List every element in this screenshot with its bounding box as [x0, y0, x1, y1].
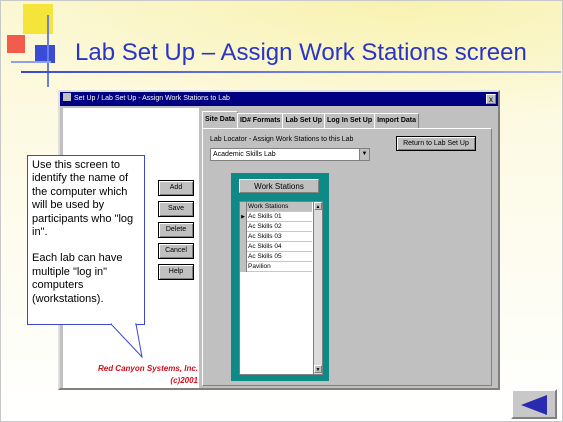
- company-credit: Red Canyon Systems, Inc. (c)2001: [70, 363, 198, 387]
- table-row[interactable]: Ac Skills 05: [240, 252, 312, 262]
- workstation-name: Ac Skills 05: [248, 253, 282, 260]
- chevron-down-icon[interactable]: ▼: [359, 149, 369, 160]
- row-selector: [240, 222, 247, 232]
- tab-panel: Lab Locator - Assign Work Stations to th…: [202, 128, 492, 386]
- window-titlebar: Set Up / Lab Set Up - Assign Work Statio…: [60, 92, 498, 106]
- tab-log-in-set-up[interactable]: Log In Set Up: [324, 113, 376, 128]
- right-panel: Site Data ID# Formats Lab Set Up Log In Set…: [200, 108, 496, 388]
- grid-scrollbar[interactable]: ▲ ▼: [313, 202, 322, 374]
- logo-horizontal-line: [11, 61, 51, 63]
- grid-header-row: Work Stations: [240, 202, 312, 212]
- row-selector: [240, 242, 247, 252]
- workstation-name: Ac Skills 04: [248, 243, 282, 250]
- tab-lab-set-up[interactable]: Lab Set Up: [282, 113, 325, 128]
- title-underline: [21, 71, 561, 73]
- workstations-header: Work Stations: [239, 179, 319, 193]
- callout-pointer: [111, 323, 143, 359]
- tab-import-data[interactable]: Import Data: [374, 113, 420, 128]
- workstations-frame: Work Stations Work Stations ▶ Ac Skills 0…: [231, 173, 329, 381]
- workstation-name: Ac Skills 01: [248, 213, 282, 220]
- callout-paragraph-1: Use this screen to identify the name of …: [32, 159, 134, 239]
- row-selector: [240, 232, 247, 242]
- delete-button[interactable]: Delete: [158, 222, 194, 238]
- add-button[interactable]: Add: [158, 180, 194, 196]
- copyright: (c)2001: [170, 376, 198, 385]
- return-to-lab-set-up-button[interactable]: Return to Lab Set Up: [396, 136, 476, 151]
- logo-vertical-line: [47, 15, 49, 87]
- callout-box: Use this screen to identify the name of …: [27, 155, 145, 325]
- cancel-button[interactable]: Cancel: [158, 243, 194, 259]
- row-selector: [240, 262, 247, 272]
- back-button[interactable]: [511, 389, 557, 419]
- app-icon: [63, 93, 71, 101]
- tab-id-formats[interactable]: ID# Formats: [236, 113, 284, 128]
- workstation-name: Ac Skills 03: [248, 233, 282, 240]
- row-pointer-icon: ▶: [240, 212, 247, 222]
- workstation-name: Ac Skills 02: [248, 223, 282, 230]
- table-row[interactable]: Ac Skills 02: [240, 222, 312, 232]
- tab-site-data[interactable]: Site Data: [202, 111, 238, 128]
- slide: Lab Set Up – Assign Work Stations screen…: [0, 0, 563, 422]
- workstation-name: Pavilion: [248, 263, 271, 270]
- row-selector: [240, 252, 247, 262]
- lab-locator-value: Academic Skills Lab: [213, 151, 276, 158]
- table-row[interactable]: ▶ Ac Skills 01: [240, 212, 312, 222]
- scroll-up-icon[interactable]: ▲: [314, 202, 322, 210]
- row-selector: [240, 202, 247, 212]
- lab-locator-label: Lab Locator - Assign Work Stations to th…: [210, 136, 354, 143]
- callout-paragraph-2: Each lab can have multiple "log in" comp…: [32, 252, 123, 305]
- table-row[interactable]: Pavilion: [240, 262, 312, 272]
- scroll-down-icon[interactable]: ▼: [314, 365, 322, 373]
- lab-locator-select[interactable]: Academic Skills Lab ▼: [210, 148, 370, 161]
- table-row[interactable]: Ac Skills 03: [240, 232, 312, 242]
- table-row[interactable]: Ac Skills 04: [240, 242, 312, 252]
- back-arrow-icon: [521, 395, 547, 415]
- window-title: Set Up / Lab Set Up - Assign Work Statio…: [74, 95, 230, 102]
- workstations-grid: Work Stations ▶ Ac Skills 01 Ac Skills 02…: [239, 201, 323, 375]
- help-button[interactable]: Help: [158, 264, 194, 280]
- close-button[interactable]: x: [486, 94, 496, 104]
- logo-red-square: [7, 35, 25, 53]
- save-button[interactable]: Save: [158, 201, 194, 217]
- tab-strip: Site Data ID# Formats Lab Set Up Log In Set…: [202, 111, 420, 128]
- slide-title: Lab Set Up – Assign Work Stations screen: [75, 39, 527, 66]
- company-name: Red Canyon Systems, Inc.: [97, 364, 198, 373]
- grid-column-header: Work Stations: [248, 203, 289, 210]
